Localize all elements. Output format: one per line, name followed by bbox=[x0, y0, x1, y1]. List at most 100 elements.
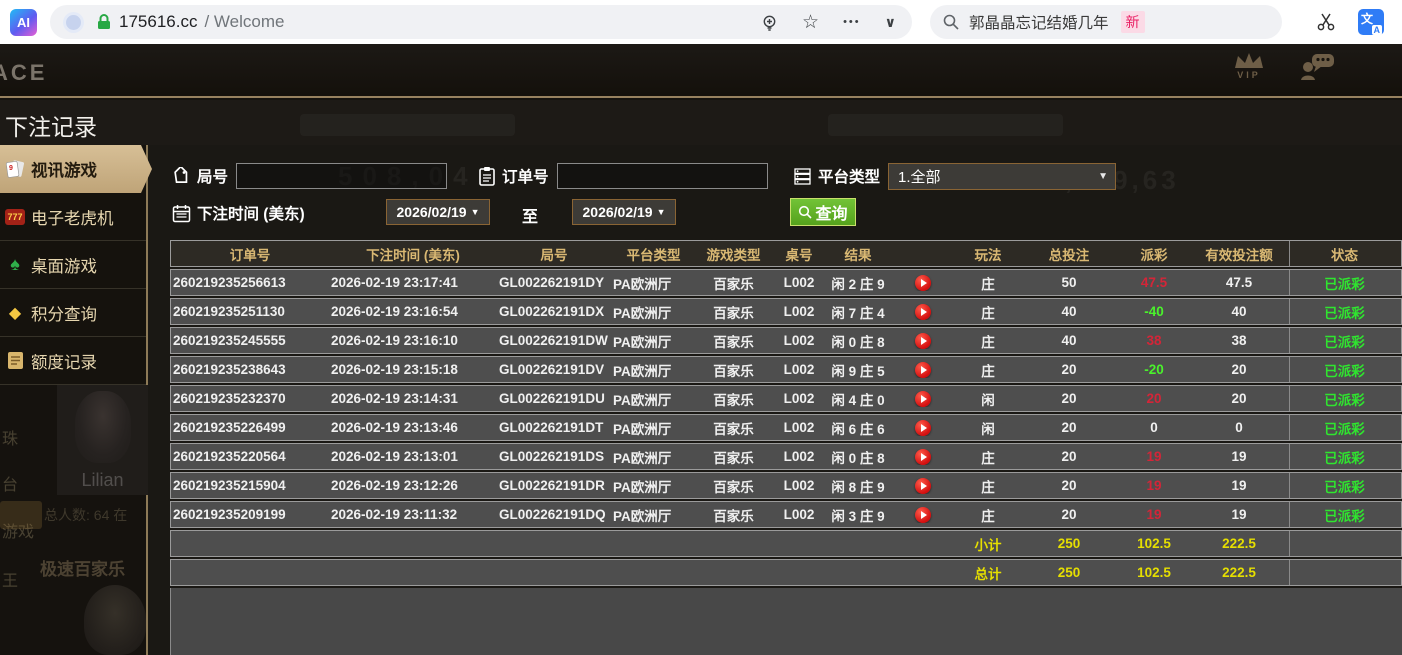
cell-result: 闲 7 庄 4 bbox=[827, 302, 889, 322]
cell-game-type: 百家乐 bbox=[696, 360, 771, 380]
replay-button[interactable] bbox=[915, 478, 931, 494]
cell-table-no: L002 bbox=[771, 275, 827, 290]
spade-icon: ♠ bbox=[3, 254, 27, 275]
cell-result: 闲 0 庄 8 bbox=[827, 331, 889, 351]
table-row: 260219235251130 2026-02-19 23:16:54 GL00… bbox=[170, 298, 1402, 325]
replay-button[interactable] bbox=[915, 420, 931, 436]
sidebar-item-label: 电子老虎机 bbox=[31, 205, 114, 229]
cell-play-type: 闲 bbox=[957, 418, 1019, 438]
date-from-select[interactable]: 2026/02/19 bbox=[386, 199, 490, 225]
cell-replay bbox=[889, 304, 957, 320]
sidebar-item-4[interactable]: 额度记录 bbox=[0, 337, 146, 385]
cell-bet-time: 2026-02-19 23:16:10 bbox=[329, 333, 497, 348]
cell-status: 已派彩 bbox=[1289, 386, 1399, 411]
platform-selected-value: 1.全部 bbox=[898, 166, 941, 187]
cell-platform: PA欧洲厅 bbox=[611, 302, 696, 322]
search-query: 郭晶晶忘记结婚几年 bbox=[969, 11, 1109, 33]
sidebar-item-1[interactable]: 777电子老虎机 bbox=[0, 193, 146, 241]
replay-button[interactable] bbox=[915, 449, 931, 465]
table-empty-area bbox=[170, 588, 1402, 655]
cell-valid-bet: 19 bbox=[1189, 507, 1289, 522]
sidebar-item-label: 额度记录 bbox=[31, 349, 97, 373]
table-row: 260219235209199 2026-02-19 23:11:32 GL00… bbox=[170, 501, 1402, 528]
sidebar-item-0[interactable]: 9视讯游戏 bbox=[0, 145, 152, 193]
browser-app-icon[interactable]: AI bbox=[10, 9, 37, 36]
cell-order-no: 260219235232370 bbox=[171, 391, 329, 406]
site-info-icon[interactable] bbox=[66, 15, 81, 30]
replay-button[interactable] bbox=[915, 391, 931, 407]
table-row: 260219235232370 2026-02-19 23:14:31 GL00… bbox=[170, 385, 1402, 412]
sidebar: 9视讯游戏777电子老虎机♠桌面游戏◆积分查询额度记录 珠 台 游戏 王 Lil… bbox=[0, 145, 148, 655]
clipboard-icon bbox=[478, 166, 496, 186]
cards-icon: 9 bbox=[3, 159, 27, 179]
reader-mode-icon[interactable] bbox=[761, 14, 778, 31]
replay-button[interactable] bbox=[915, 333, 931, 349]
date-to-value: 2026/02/19 bbox=[583, 204, 653, 220]
cell-order-no: 260219235226499 bbox=[171, 420, 329, 435]
cell-payout: 47.5 bbox=[1119, 275, 1189, 290]
cell-valid-bet: 38 bbox=[1189, 333, 1289, 348]
column-header: 状态 bbox=[1289, 241, 1399, 266]
sidebar-item-3[interactable]: ◆积分查询 bbox=[0, 289, 146, 337]
play-icon bbox=[921, 511, 927, 519]
cell-play-type: 闲 bbox=[957, 389, 1019, 409]
query-button[interactable]: 查询 bbox=[790, 198, 856, 226]
column-header: 玩法 bbox=[957, 244, 1019, 264]
chevron-down-icon[interactable] bbox=[885, 14, 896, 31]
lobby-player-count: 总人数: 64 在 bbox=[44, 505, 127, 525]
column-header: 平台类型 bbox=[611, 244, 696, 264]
table-row: 260219235238643 2026-02-19 23:15:18 GL00… bbox=[170, 356, 1402, 383]
cell-table-no: L002 bbox=[771, 362, 827, 377]
round-input[interactable] bbox=[236, 163, 447, 189]
address-bar[interactable]: 175616.cc / Welcome bbox=[50, 5, 912, 39]
vip-button[interactable]: VIP bbox=[1234, 52, 1264, 80]
scissors-icon[interactable] bbox=[1316, 12, 1336, 32]
platform-select[interactable]: 1.全部 bbox=[888, 163, 1116, 190]
cell-valid-bet: 19 bbox=[1189, 449, 1289, 464]
cell-payout: 19 bbox=[1119, 507, 1189, 522]
date-from-value: 2026/02/19 bbox=[397, 204, 467, 220]
date-to-select[interactable]: 2026/02/19 bbox=[572, 199, 676, 225]
replay-button[interactable] bbox=[915, 362, 931, 378]
lobby-game-name: 极速百家乐 bbox=[40, 555, 125, 580]
replay-button[interactable] bbox=[915, 304, 931, 320]
cell-result: 闲 4 庄 0 bbox=[827, 389, 889, 409]
cell-round-no: GL002262191DQ bbox=[497, 507, 611, 522]
play-icon bbox=[921, 482, 927, 490]
column-header: 结果 bbox=[827, 244, 889, 264]
dealer-avatar bbox=[75, 391, 131, 463]
browser-search[interactable]: 郭晶晶忘记结婚几年 新 bbox=[930, 5, 1282, 39]
replay-button[interactable] bbox=[915, 275, 931, 291]
sidebar-item-2[interactable]: ♠桌面游戏 bbox=[0, 241, 146, 289]
url-path: / Welcome bbox=[204, 12, 284, 32]
cell-bet-time: 2026-02-19 23:14:31 bbox=[329, 391, 497, 406]
total-bet: 250 bbox=[1019, 565, 1119, 580]
cell-game-type: 百家乐 bbox=[696, 505, 771, 525]
cell-game-type: 百家乐 bbox=[696, 447, 771, 467]
cell-game-type: 百家乐 bbox=[696, 476, 771, 496]
cell-replay bbox=[889, 507, 957, 523]
more-options-icon[interactable] bbox=[843, 16, 861, 28]
total-valid: 222.5 bbox=[1189, 565, 1289, 580]
cell-round-no: GL002262191DV bbox=[497, 362, 611, 377]
browser-chrome: AI 175616.cc / Welcome 郭晶晶忘记结婚几年 新 bbox=[0, 0, 1402, 44]
cell-result: 闲 8 庄 9 bbox=[827, 476, 889, 496]
cell-replay bbox=[889, 391, 957, 407]
column-header: 派彩 bbox=[1119, 244, 1189, 264]
replay-button[interactable] bbox=[915, 507, 931, 523]
cell-table-no: L002 bbox=[771, 420, 827, 435]
cell-valid-bet: 20 bbox=[1189, 362, 1289, 377]
cell-valid-bet: 47.5 bbox=[1189, 275, 1289, 290]
cell-bet-time: 2026-02-19 23:16:54 bbox=[329, 304, 497, 319]
cell-total-bet: 40 bbox=[1019, 333, 1119, 348]
bookmark-star-icon[interactable] bbox=[802, 11, 819, 34]
cell-status: 已派彩 bbox=[1289, 444, 1399, 469]
order-input[interactable] bbox=[557, 163, 768, 189]
bet-records-table: 订单号下注时间 (美东)局号平台类型游戏类型桌号结果玩法总投注派彩有效投注额状态… bbox=[170, 240, 1402, 655]
customer-service-icon[interactable] bbox=[1300, 52, 1336, 82]
svg-text:9: 9 bbox=[9, 165, 13, 172]
cell-replay bbox=[889, 420, 957, 436]
translate-icon[interactable] bbox=[1358, 9, 1384, 35]
cell-replay bbox=[889, 275, 957, 291]
cell-table-no: L002 bbox=[771, 449, 827, 464]
